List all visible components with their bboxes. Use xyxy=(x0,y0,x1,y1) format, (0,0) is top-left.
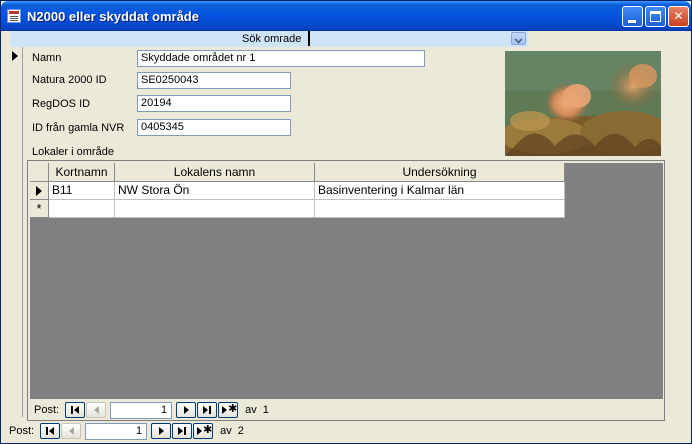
new-record-icon xyxy=(194,423,212,438)
subform-next-record-button[interactable] xyxy=(176,402,197,418)
field-label-regdos: RegDOS ID xyxy=(32,98,91,110)
first-record-icon xyxy=(41,424,59,438)
new-record-row[interactable]: * xyxy=(30,200,565,218)
area-photo xyxy=(505,51,661,156)
subform-navigation-bar: Post: 1 av 1 xyxy=(34,401,269,419)
maximize-button[interactable] xyxy=(645,6,666,27)
lokaler-subform: Kortnamn Lokalens namn Undersökning B11 … xyxy=(27,160,665,421)
form-icon xyxy=(7,9,21,23)
subform-new-record-button[interactable] xyxy=(218,402,239,418)
subform-label: Lokaler i område xyxy=(32,146,114,158)
subform-record-total: 1 xyxy=(262,404,269,416)
table-row[interactable]: B11 NW Stora Ön Basinventering i Kalmar … xyxy=(30,182,565,200)
subform-nav-label: Post: xyxy=(34,404,60,416)
underwater-photo-image xyxy=(505,51,661,156)
main-previous-record-button[interactable] xyxy=(61,423,82,439)
next-record-icon xyxy=(152,424,170,438)
lokaler-datasheet: Kortnamn Lokalens namn Undersökning B11 … xyxy=(30,163,663,399)
column-header-kortnamn[interactable]: Kortnamn xyxy=(49,163,115,182)
field-label-namn: Namn xyxy=(32,52,62,64)
previous-record-icon xyxy=(62,424,80,438)
main-record-number-input[interactable]: 1 xyxy=(85,422,148,440)
window-title: N2000 eller skyddat område xyxy=(27,9,199,24)
last-record-icon xyxy=(173,424,191,438)
cell-undersokning[interactable]: Basinventering i Kalmar län xyxy=(315,182,565,200)
natura2000-id-field[interactable]: SE0250043 xyxy=(137,72,291,89)
main-new-record-button[interactable] xyxy=(193,423,214,439)
access-form-window: N2000 eller skyddat område ✕ Sök omrade … xyxy=(0,0,692,444)
main-navigation-bar: Post: 1 av 2 xyxy=(9,422,244,440)
namn-field[interactable]: Skyddade området nr 1 xyxy=(137,50,425,67)
maximize-icon xyxy=(650,11,661,22)
column-header-undersokning[interactable]: Undersökning xyxy=(315,163,565,182)
main-next-record-button[interactable] xyxy=(151,423,172,439)
field-label-gamla-nvr: ID från gamla NVR xyxy=(32,122,125,134)
new-record-icon xyxy=(219,402,237,417)
field-label-natura2000: Natura 2000 ID xyxy=(32,74,107,86)
subform-last-record-button[interactable] xyxy=(197,402,218,418)
gamla-nvr-id-field[interactable]: 0405345 xyxy=(137,119,291,136)
new-cell-lokalens-namn[interactable] xyxy=(115,200,315,218)
chevron-down-icon[interactable] xyxy=(511,32,526,45)
select-all-corner[interactable] xyxy=(30,163,49,182)
new-cell-undersokning[interactable] xyxy=(315,200,565,218)
title-bar[interactable]: N2000 eller skyddat område ✕ xyxy=(1,1,691,31)
main-nav-label: Post: xyxy=(9,425,35,437)
cell-kortnamn[interactable]: B11 xyxy=(49,182,115,200)
main-last-record-button[interactable] xyxy=(172,423,193,439)
search-combobox[interactable] xyxy=(308,31,528,46)
regdos-id-field[interactable]: 20194 xyxy=(137,95,291,112)
close-button[interactable]: ✕ xyxy=(668,6,689,27)
minimize-button[interactable] xyxy=(622,6,643,27)
new-cell-kortnamn[interactable] xyxy=(49,200,115,218)
datasheet-header: Kortnamn Lokalens namn Undersökning xyxy=(30,163,565,182)
last-record-icon xyxy=(198,403,216,417)
search-header: Sök omrade xyxy=(10,31,528,47)
new-record-selector[interactable]: * xyxy=(30,200,49,218)
minimize-icon xyxy=(628,20,636,23)
form-body: Sök omrade Namn Skyddade området nr 1 Na… xyxy=(5,31,688,421)
main-nav-of: av xyxy=(220,425,232,437)
previous-record-icon xyxy=(87,403,105,417)
main-first-record-button[interactable] xyxy=(40,423,61,439)
main-record-total: 2 xyxy=(237,425,244,437)
row-selector-current[interactable] xyxy=(30,182,49,200)
record-selector[interactable] xyxy=(7,47,23,417)
next-record-icon xyxy=(177,403,195,417)
subform-record-number-input[interactable]: 1 xyxy=(110,401,173,419)
subform-nav-of: av xyxy=(245,404,257,416)
subform-first-record-button[interactable] xyxy=(65,402,86,418)
search-label: Sök omrade xyxy=(242,33,302,45)
cell-lokalens-namn[interactable]: NW Stora Ön xyxy=(115,182,315,200)
first-record-icon xyxy=(66,403,84,417)
close-icon: ✕ xyxy=(673,9,684,23)
subform-previous-record-button[interactable] xyxy=(86,402,107,418)
column-header-lokalens-namn[interactable]: Lokalens namn xyxy=(115,163,315,182)
